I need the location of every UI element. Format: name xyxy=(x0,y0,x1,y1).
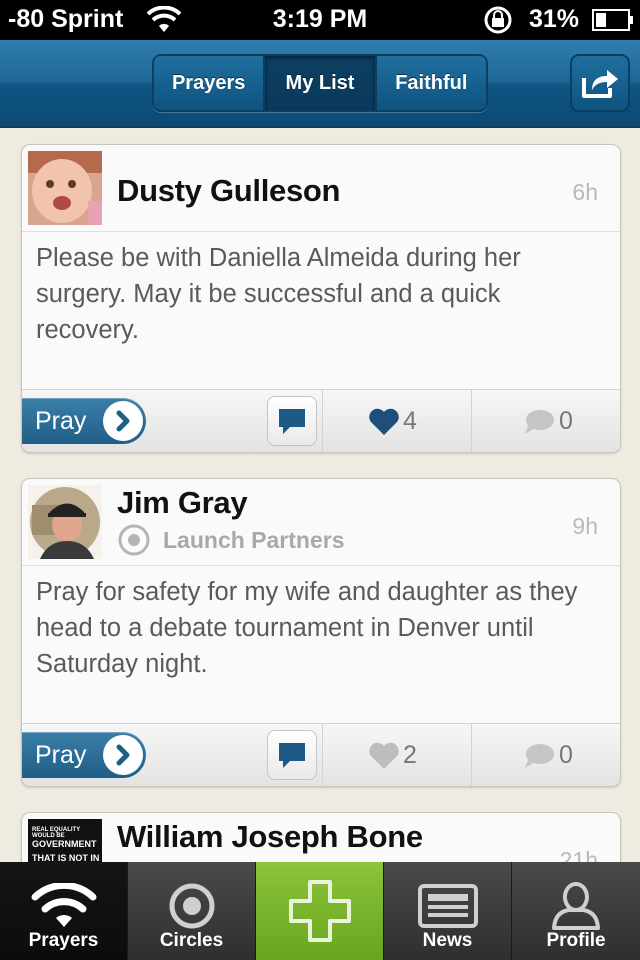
card-actions: Pray 4 0 xyxy=(22,389,620,452)
comment-count: 0 xyxy=(559,407,573,435)
prayer-card: Jim Gray Launch Partners 9h Pray for saf… xyxy=(21,478,621,787)
post-age: 6h xyxy=(572,179,598,205)
post-age: 9h xyxy=(572,513,598,539)
divider xyxy=(471,390,472,452)
divider xyxy=(471,724,472,786)
pray-button[interactable]: Pray xyxy=(22,732,146,778)
segment-my-list[interactable]: My List xyxy=(265,56,377,110)
heart-icon xyxy=(369,408,399,435)
prayer-text: Pray for safety for my wife and daughter… xyxy=(36,578,578,678)
divider xyxy=(322,390,323,452)
navigation-bar: Prayers My List Faithful xyxy=(0,40,640,128)
person-icon xyxy=(552,882,600,930)
like-counter[interactable]: 2 xyxy=(368,724,417,786)
circle-tag[interactable]: Launch Partners xyxy=(117,523,345,557)
baby-photo xyxy=(28,151,102,225)
share-button[interactable] xyxy=(570,54,630,112)
tab-add-prayer[interactable] xyxy=(256,862,384,960)
author-name[interactable]: William Joseph Bone xyxy=(117,819,423,855)
tab-profile[interactable]: Profile xyxy=(512,862,640,960)
author-name[interactable]: Jim Gray xyxy=(117,485,248,521)
tab-news[interactable]: News xyxy=(384,862,512,960)
share-icon xyxy=(582,70,618,98)
avatar-text-line: GOVERNMENT xyxy=(32,839,97,849)
battery-percent: 31% xyxy=(529,5,580,33)
segment-faithful[interactable]: Faithful xyxy=(376,56,486,110)
prayer-feed[interactable]: Dusty Gulleson 6h Please be with Daniell… xyxy=(0,130,640,862)
pray-button[interactable]: Pray xyxy=(22,398,146,444)
comment-bubble-icon xyxy=(525,409,554,434)
comment-counter[interactable]: 0 xyxy=(522,724,573,786)
card-actions: Pray 2 0 xyxy=(22,723,620,786)
status-bar: -80 Sprint 3:19 PM 31% xyxy=(0,0,640,40)
card-header: Jim Gray Launch Partners 9h xyxy=(22,479,620,566)
comment-counter[interactable]: 0 xyxy=(522,390,573,452)
like-count: 2 xyxy=(403,741,417,769)
target-circle-icon xyxy=(169,883,215,929)
target-circle-icon xyxy=(118,524,150,556)
pray-button-label: Pray xyxy=(35,406,87,435)
comment-bubble-icon xyxy=(525,743,554,768)
speech-bubble-icon xyxy=(279,743,305,768)
avatar[interactable] xyxy=(28,151,102,225)
pray-button-label: Pray xyxy=(35,740,87,769)
avatar[interactable] xyxy=(28,485,102,559)
heart-icon xyxy=(369,742,399,769)
speech-bubble-icon xyxy=(279,409,305,434)
card-header: Dusty Gulleson 6h xyxy=(22,145,620,232)
chevron-right-icon xyxy=(103,401,143,441)
battery-icon xyxy=(592,9,633,31)
plus-cross-icon xyxy=(288,880,351,942)
tab-prayers[interactable]: Prayers xyxy=(0,862,128,960)
prayer-card: Dusty Gulleson 6h Please be with Daniell… xyxy=(21,144,621,453)
tab-circles[interactable]: Circles xyxy=(128,862,256,960)
comment-button[interactable] xyxy=(267,730,317,780)
comment-button[interactable] xyxy=(267,396,317,446)
like-counter[interactable]: 4 xyxy=(368,390,417,452)
tab-bar: Prayers Circles News Profile xyxy=(0,862,640,960)
divider xyxy=(322,724,323,786)
post-age: 21h xyxy=(559,847,598,862)
like-count: 4 xyxy=(403,407,417,435)
circle-name: Launch Partners xyxy=(163,526,345,553)
rotation-lock-icon xyxy=(484,6,512,34)
prayer-card: REAL EQUALITY WOULD BE GOVERNMENT THAT I… xyxy=(21,812,621,862)
avatar-text-line: THAT IS NOT IN xyxy=(32,853,100,862)
newspaper-icon xyxy=(418,884,478,928)
list-filter-segmented-control: Prayers My List Faithful xyxy=(152,54,488,112)
author-name[interactable]: Dusty Gulleson xyxy=(117,173,340,209)
comment-count: 0 xyxy=(559,741,573,769)
segment-prayers[interactable]: Prayers xyxy=(154,56,266,110)
chevron-right-icon xyxy=(103,735,143,775)
avatar-text-line: REAL EQUALITY WOULD BE xyxy=(32,827,81,839)
man-photo xyxy=(28,485,102,559)
wifi-broadcast-icon xyxy=(31,883,97,927)
prayer-text: Please be with Daniella Almeida during h… xyxy=(36,244,521,344)
avatar[interactable]: REAL EQUALITY WOULD BE GOVERNMENT THAT I… xyxy=(28,819,102,862)
card-header: REAL EQUALITY WOULD BE GOVERNMENT THAT I… xyxy=(22,813,620,862)
